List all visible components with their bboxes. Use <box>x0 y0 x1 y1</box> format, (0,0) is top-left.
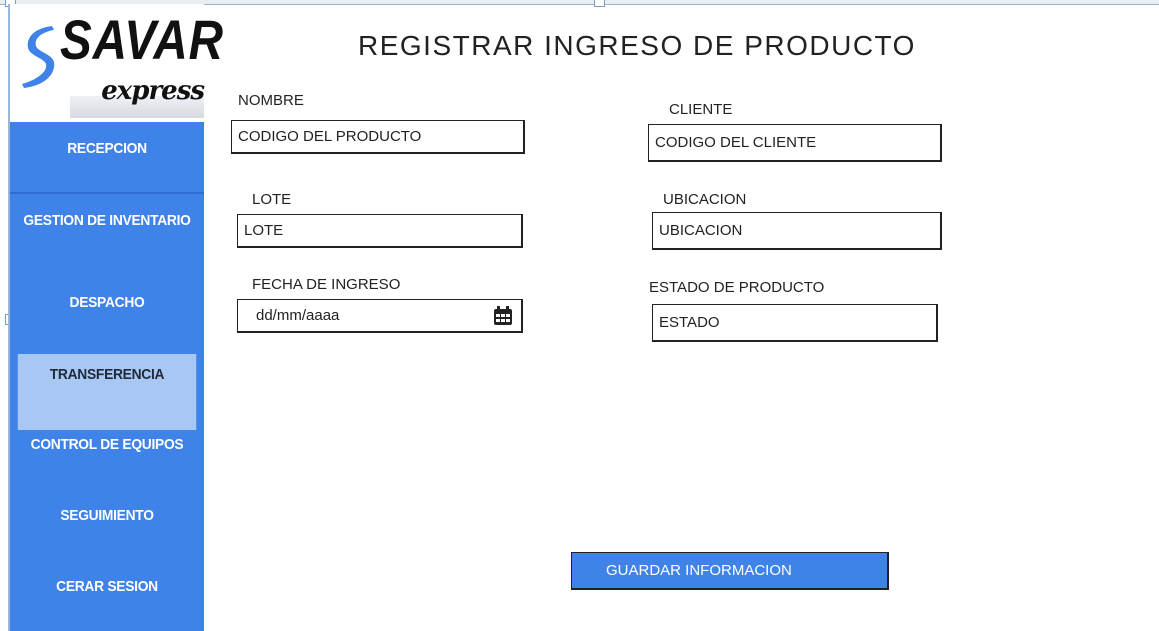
fecha-label: FECHA DE INGRESO <box>252 276 401 293</box>
ubicacion-field[interactable]: UBICACION <box>652 212 942 250</box>
nombre-label: NOMBRE <box>238 92 304 109</box>
sidebar: SAVAR express RECEPCION GESTION DE INVEN… <box>8 4 223 631</box>
selection-handle <box>594 0 605 7</box>
sidebar-item-cerrar-sesion[interactable]: CERAR SESION <box>18 554 196 618</box>
sidebar-item-gestion-inventario[interactable]: GESTION DE INVENTARIO <box>18 188 196 252</box>
sidebar-item-label: GESTION DE INVENTARIO <box>23 211 191 229</box>
logo-mark-icon <box>22 26 55 88</box>
page-title: REGISTRAR INGRESO DE PRODUCTO <box>358 30 916 61</box>
lote-field[interactable]: LOTE <box>237 214 523 248</box>
sidebar-item-recepcion[interactable]: RECEPCION <box>18 116 196 180</box>
sidebar-item-seguimiento[interactable]: SEGUIMIENTO <box>18 483 196 547</box>
estado-value: ESTADO <box>659 314 720 331</box>
nombre-value: CODIGO DEL PRODUCTO <box>238 128 422 145</box>
sidebar-item-control-equipos[interactable]: CONTROL DE EQUIPOS <box>18 412 196 476</box>
ubicacion-label: UBICACION <box>663 191 747 208</box>
estado-select[interactable]: ESTADO <box>652 304 938 342</box>
estado-label: ESTADO DE PRODUCTO <box>649 279 825 296</box>
sidebar-item-label: TRANSFERENCIA <box>49 366 165 383</box>
brand-name: SAVAR <box>60 8 224 71</box>
fecha-value: dd/mm/aaaa <box>256 307 340 324</box>
nombre-field[interactable]: CODIGO DEL PRODUCTO <box>231 120 525 154</box>
save-button-label: GUARDAR INFORMACION <box>606 562 792 579</box>
cliente-label: CLIENTE <box>669 101 733 118</box>
fecha-field[interactable]: dd/mm/aaaa <box>237 299 523 333</box>
save-button[interactable]: GUARDAR INFORMACION <box>571 552 889 590</box>
sidebar-item-label: RECEPCION <box>67 139 147 157</box>
sidebar-item-label: CONTROL DE EQUIPOS <box>30 435 184 453</box>
calendar-icon[interactable] <box>493 306 513 326</box>
ubicacion-value: UBICACION <box>659 222 743 239</box>
cliente-value: CODIGO DEL CLIENTE <box>655 134 817 151</box>
lote-label: LOTE <box>252 191 292 208</box>
lote-value: LOTE <box>244 222 284 239</box>
sidebar-item-despacho[interactable]: DESPACHO <box>18 270 196 334</box>
logo: SAVAR express <box>10 4 223 122</box>
brand-sub: express <box>101 76 205 106</box>
sidebar-item-label: DESPACHO <box>69 293 145 311</box>
sidebar-item-label: SEGUIMIENTO <box>60 506 154 524</box>
sidebar-item-label: CERAR SESION <box>56 577 158 595</box>
cliente-field[interactable]: CODIGO DEL CLIENTE <box>648 124 942 162</box>
